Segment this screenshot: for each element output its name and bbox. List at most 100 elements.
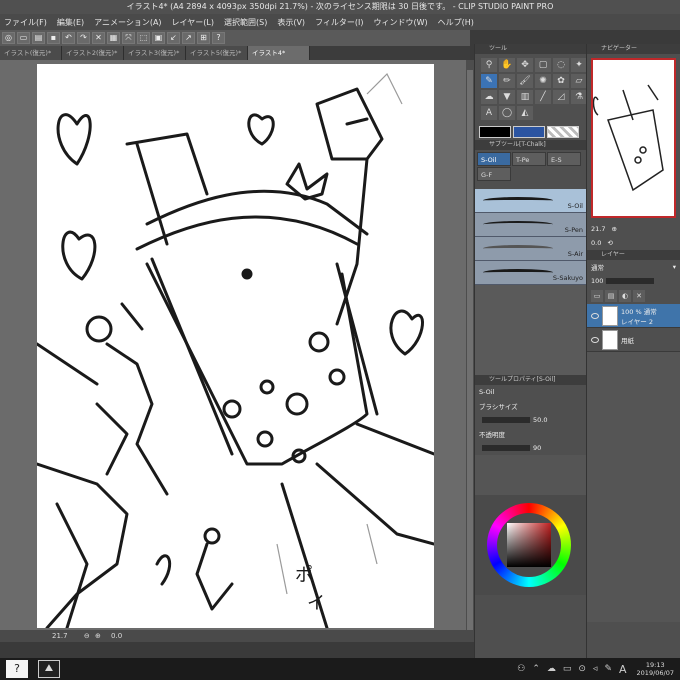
move-icon[interactable]: ✥ — [517, 58, 533, 72]
menu-layer[interactable]: レイヤー(L) — [172, 17, 214, 28]
drawing-canvas[interactable]: ポ イ — [37, 64, 434, 628]
lasso-icon[interactable]: ◌ — [553, 58, 569, 72]
transform-icon[interactable]: ⤧ — [122, 32, 135, 44]
menu-view[interactable]: 表示(V) — [277, 17, 305, 28]
help-icon[interactable]: ? — [212, 32, 225, 44]
zoom-value[interactable]: 21.7 — [52, 632, 68, 640]
text-icon[interactable]: A — [481, 106, 497, 120]
zoom-in-icon[interactable]: ⊕ — [95, 632, 101, 640]
clip-studio-taskbar-icon[interactable]: ? — [6, 660, 28, 678]
menu-edit[interactable]: 編集(E) — [57, 17, 84, 28]
blend-icon[interactable]: ☁ — [481, 90, 497, 104]
subtool-tab-gradient[interactable]: G-F — [477, 167, 511, 181]
cloud-icon[interactable]: ☁ — [547, 664, 556, 674]
brush-item[interactable]: S-Oil — [475, 189, 586, 213]
menu-file[interactable]: ファイル(F) — [4, 17, 47, 28]
main-color-swatch[interactable] — [479, 126, 511, 138]
layer-item[interactable]: 100 % 通常 レイヤー 2 — [587, 304, 680, 328]
clock[interactable]: 19:13 2019/06/07 — [637, 661, 674, 677]
battery-icon[interactable]: ▭ — [563, 664, 572, 674]
redo-icon[interactable]: ↷ — [77, 32, 90, 44]
brush-size-slider[interactable]: 50.0 — [475, 413, 586, 427]
brush-size-row[interactable]: ブラシサイズ — [475, 399, 586, 413]
tab-illust4[interactable]: イラスト4* — [248, 46, 310, 60]
menu-animation[interactable]: アニメーション(A) — [94, 17, 161, 28]
zoom-in-icon[interactable]: ⊕ — [611, 225, 616, 233]
navigator-preview[interactable] — [591, 58, 676, 218]
new-layer-icon[interactable]: ▭ — [591, 290, 603, 302]
subtool-tab-pen[interactable]: T-Pe — [512, 152, 546, 166]
tab-illust5[interactable]: イラスト5(復元)* — [186, 46, 248, 60]
save-icon[interactable]: ▪ — [47, 32, 60, 44]
new-file-icon[interactable]: ▭ — [17, 32, 30, 44]
fill-icon[interactable]: ▦ — [107, 32, 120, 44]
delete-layer-icon[interactable]: ✕ — [633, 290, 645, 302]
pen-icon[interactable]: ✎ — [481, 74, 497, 88]
subtool-panel-header: サブツール[T-Chalk] — [475, 140, 586, 150]
pencil-icon[interactable]: ✏ — [499, 74, 515, 88]
transparent-color-swatch[interactable] — [547, 126, 579, 138]
new-folder-icon[interactable]: ▤ — [605, 290, 617, 302]
open-file-icon[interactable]: ▤ — [32, 32, 45, 44]
clip-studio-icon[interactable]: ◎ — [2, 32, 15, 44]
sub-color-swatch[interactable] — [513, 126, 545, 138]
snap-ruler-icon[interactable]: ↗ — [182, 32, 195, 44]
zoom-out-icon[interactable]: ⊖ — [84, 632, 90, 640]
undo-icon[interactable]: ↶ — [62, 32, 75, 44]
fill-icon[interactable]: ▼ — [499, 90, 515, 104]
line-icon[interactable]: ╱ — [535, 90, 551, 104]
system-tray: ⚇ ⌃ ☁ ▭ ⊙ ◃ ✎ A 19:13 2019/06/07 — [510, 661, 680, 677]
brush-item[interactable]: S-Sakuyo — [475, 261, 586, 285]
opacity-row[interactable]: 不透明度 — [475, 427, 586, 441]
clear-icon[interactable]: ✕ — [92, 32, 105, 44]
tab-illust2[interactable]: イラスト2(復元)* — [62, 46, 124, 60]
deselect-icon[interactable]: ⬚ — [137, 32, 150, 44]
volume-icon[interactable]: ◃ — [593, 664, 598, 674]
tab-illust3[interactable]: イラスト3(復元)* — [124, 46, 186, 60]
balloon-icon[interactable]: ◯ — [499, 106, 515, 120]
subtool-tab-oil[interactable]: S-Oil — [477, 152, 511, 166]
brush-item[interactable]: S-Pen — [475, 213, 586, 237]
zoom-icon[interactable]: ⚲ — [481, 58, 497, 72]
mask-icon[interactable]: ◐ — [619, 290, 631, 302]
wand-icon[interactable]: ✦ — [571, 58, 587, 72]
subtool-tab-eraser[interactable]: E-S — [547, 152, 581, 166]
pen-icon[interactable]: ✎ — [604, 664, 612, 674]
people-icon[interactable]: ⚇ — [517, 664, 525, 674]
blend-mode-select[interactable]: 通常 ▾ — [587, 260, 680, 274]
saturation-square[interactable] — [507, 523, 551, 567]
menu-selection[interactable]: 選択範囲(S) — [224, 17, 267, 28]
scrollbar-thumb[interactable] — [467, 70, 473, 630]
eyedropper-icon[interactable]: ⚗ — [571, 90, 587, 104]
navigator-angle-row[interactable]: 0.0 ⟲ — [587, 236, 680, 250]
visibility-eye-icon[interactable] — [591, 312, 599, 319]
ime-indicator[interactable]: A — [619, 663, 627, 676]
select-icon[interactable]: ▢ — [535, 58, 551, 72]
photos-taskbar-icon[interactable]: ⛰ — [38, 660, 60, 678]
gradient-icon[interactable]: ▥ — [517, 90, 533, 104]
rotate-icon[interactable]: ⟲ — [607, 239, 612, 247]
hand-icon[interactable]: ✋ — [499, 58, 515, 72]
menu-filter[interactable]: フィルター(I) — [315, 17, 363, 28]
airbrush-icon[interactable]: ✺ — [535, 74, 551, 88]
network-icon[interactable]: ⊙ — [578, 664, 586, 674]
opacity-slider[interactable]: 90 — [475, 441, 586, 455]
brush-icon[interactable]: 🖌 — [517, 74, 533, 88]
menu-help[interactable]: ヘルプ(H) — [438, 17, 474, 28]
visibility-eye-icon[interactable] — [591, 336, 599, 343]
snap-grid-icon[interactable]: ⊞ — [197, 32, 210, 44]
chevron-up-icon[interactable]: ⌃ — [532, 664, 540, 674]
navigator-zoom-row[interactable]: 21.7 ⊕ — [587, 222, 680, 236]
layer-opacity-row[interactable]: 100 — [587, 274, 680, 288]
snap-ruler-icon[interactable]: ↙ — [167, 32, 180, 44]
decoration-icon[interactable]: ✿ — [553, 74, 569, 88]
brush-item[interactable]: S-Air — [475, 237, 586, 261]
invert-selection-icon[interactable]: ▣ — [152, 32, 165, 44]
angle-value[interactable]: 0.0 — [111, 632, 122, 640]
tab-illust[interactable]: イラスト(復元)* — [0, 46, 62, 60]
eraser-icon[interactable]: ▱ — [571, 74, 587, 88]
layer-item[interactable]: 用紙 — [587, 328, 680, 352]
ruler-icon[interactable]: ◿ — [553, 90, 569, 104]
correction-icon[interactable]: ◭ — [517, 106, 533, 120]
menu-window[interactable]: ウィンドウ(W) — [374, 17, 428, 28]
